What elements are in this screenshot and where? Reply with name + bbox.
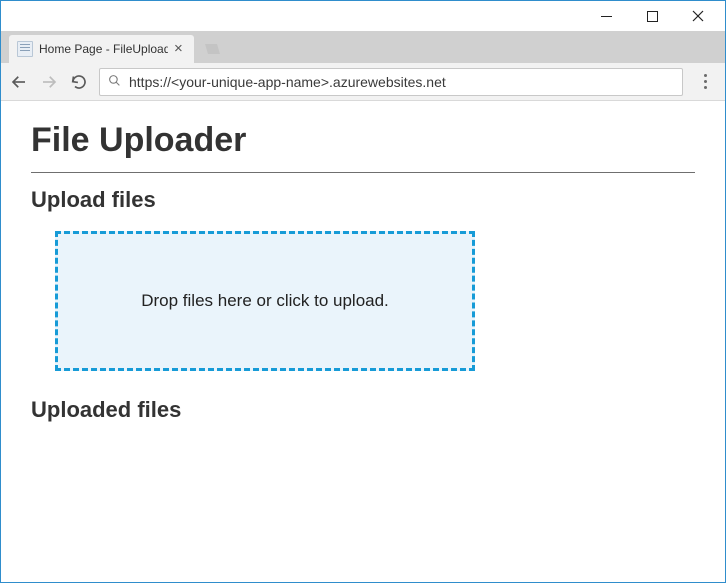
browser-tabstrip: Home Page - FileUploade ×: [1, 31, 725, 63]
tab-close-button[interactable]: ×: [174, 43, 186, 55]
maximize-icon: [647, 11, 658, 22]
close-icon: [692, 10, 704, 22]
forward-button[interactable]: [39, 72, 59, 92]
window-titlebar: [1, 1, 725, 31]
new-tab-button[interactable]: [200, 39, 222, 59]
close-window-button[interactable]: [675, 2, 721, 30]
minimize-button[interactable]: [583, 2, 629, 30]
search-icon: [108, 74, 121, 90]
reload-icon: [70, 73, 88, 91]
reload-button[interactable]: [69, 72, 89, 92]
back-button[interactable]: [9, 72, 29, 92]
browser-menu-button[interactable]: [693, 74, 717, 89]
address-bar[interactable]: https://<your-unique-app-name>.azurewebs…: [99, 68, 683, 96]
arrow-left-icon: [10, 73, 28, 91]
tab-title: Home Page - FileUploade: [39, 42, 168, 56]
new-tab-icon: [202, 42, 220, 56]
arrow-right-icon: [40, 73, 58, 91]
uploaded-heading: Uploaded files: [31, 397, 695, 423]
maximize-button[interactable]: [629, 2, 675, 30]
upload-heading: Upload files: [31, 187, 695, 213]
browser-toolbar: https://<your-unique-app-name>.azurewebs…: [1, 63, 725, 101]
page-title: File Uploader: [31, 121, 695, 160]
browser-tab[interactable]: Home Page - FileUploade ×: [9, 35, 194, 63]
menu-dots-icon: [704, 74, 707, 77]
url-text: https://<your-unique-app-name>.azurewebs…: [129, 74, 674, 90]
page-content: File Uploader Upload files Drop files he…: [1, 101, 725, 461]
title-divider: [31, 172, 695, 173]
dropzone-text: Drop files here or click to upload.: [141, 291, 389, 311]
minimize-icon: [601, 11, 612, 22]
page-favicon-icon: [17, 41, 33, 57]
file-dropzone[interactable]: Drop files here or click to upload.: [55, 231, 475, 371]
